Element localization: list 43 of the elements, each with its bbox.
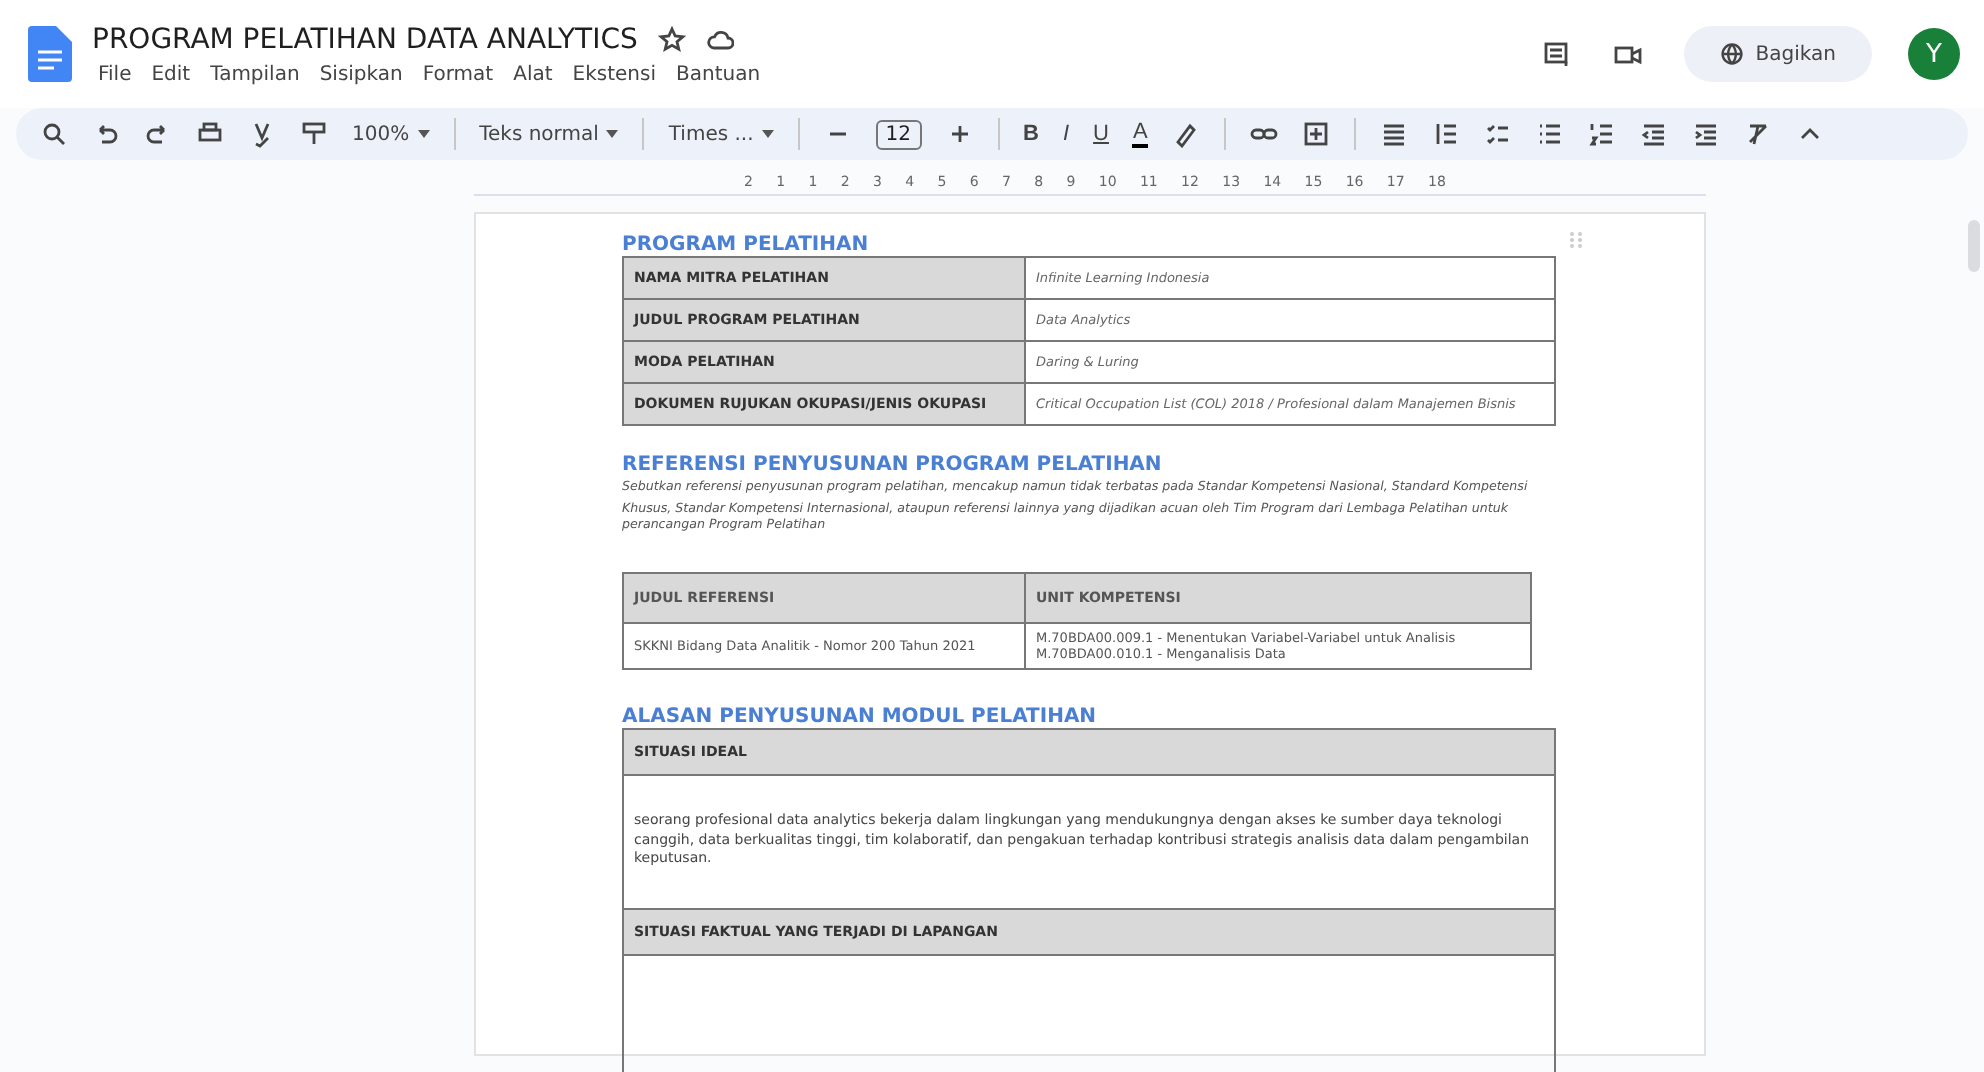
star-icon[interactable]: [657, 25, 686, 53]
caret-icon: [417, 130, 430, 138]
style-dropdown[interactable]: Teks normal: [479, 123, 619, 145]
checklist-icon[interactable]: [1483, 120, 1512, 148]
menu-item[interactable]: Ekstensi: [566, 63, 662, 85]
menu-item[interactable]: Tampilan: [204, 63, 306, 85]
account-avatar[interactable]: Y: [1908, 28, 1960, 80]
bold-button[interactable]: B: [1023, 122, 1039, 146]
font-size-field[interactable]: 12: [875, 119, 922, 149]
highlighter-icon[interactable]: [1171, 120, 1200, 148]
cloud-icon[interactable]: [705, 25, 734, 53]
add-comment-icon[interactable]: [1301, 120, 1330, 148]
align-icon[interactable]: [1379, 120, 1408, 148]
table-handle-icon[interactable]: [1568, 230, 1584, 250]
decrease-indent-icon[interactable]: [1639, 120, 1668, 148]
menu-item[interactable]: Bantuan: [670, 63, 767, 85]
document-title[interactable]: PROGRAM PELATIHAN DATA ANALYTICS: [92, 23, 638, 55]
italic-button[interactable]: I: [1062, 122, 1070, 146]
menu-item[interactable]: Edit: [145, 63, 197, 85]
globe-icon[interactable]: [1719, 40, 1744, 68]
search-icon[interactable]: [40, 120, 68, 148]
menu-item[interactable]: Sisipkan: [313, 63, 409, 85]
menu-item[interactable]: Alat: [507, 63, 559, 85]
menu-item[interactable]: File: [92, 63, 138, 85]
text-color-button[interactable]: A: [1132, 120, 1148, 148]
section-heading: PROGRAM PELATIHAN: [622, 234, 871, 256]
share-button[interactable]: Bagikan: [1683, 26, 1872, 82]
increase-indent-icon[interactable]: [1691, 120, 1720, 148]
caret-icon: [761, 130, 774, 138]
menu-item[interactable]: Format: [416, 63, 500, 85]
section-heading: REFERENSI PENYUSUNAN PROGRAM PELATIHAN: [622, 454, 1164, 476]
scrollbar[interactable]: [1968, 220, 1980, 272]
caret-icon: [606, 130, 619, 138]
underline-button[interactable]: U: [1093, 122, 1109, 146]
section-heading: ALASAN PENYUSUNAN MODUL PELATIHAN: [622, 705, 1099, 727]
docs-logo-icon[interactable]: [28, 26, 72, 82]
zoom-dropdown[interactable]: 100%: [352, 123, 430, 145]
bulleted-list-icon[interactable]: [1535, 120, 1564, 148]
font-dropdown[interactable]: Times ...: [668, 123, 774, 145]
comment-icon[interactable]: [1539, 40, 1572, 68]
numbered-list-icon[interactable]: [1587, 120, 1616, 148]
paint-format-icon[interactable]: [300, 120, 328, 148]
line-spacing-icon[interactable]: [1431, 120, 1460, 148]
